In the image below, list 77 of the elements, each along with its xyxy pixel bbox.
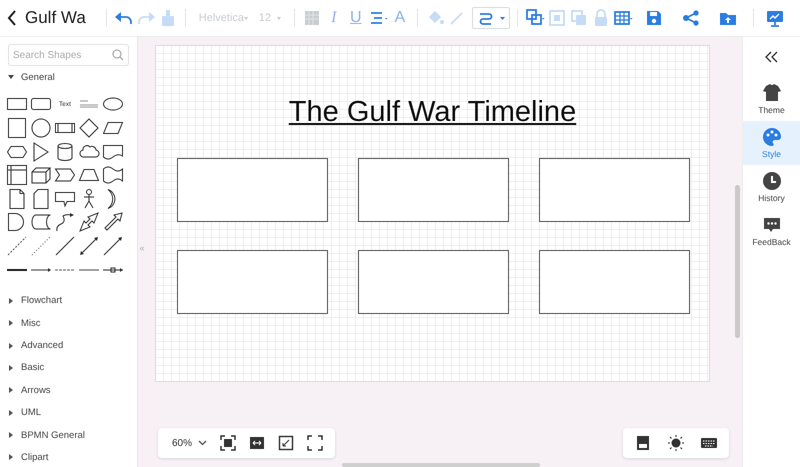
search-icon bbox=[112, 49, 124, 61]
search-field[interactable]: Search Shapes bbox=[8, 44, 129, 66]
category-header[interactable]: Arrows bbox=[8, 379, 129, 402]
collapsed-caret-icon bbox=[8, 454, 14, 460]
category-header[interactable]: Basic bbox=[8, 356, 129, 380]
double-arrow-line-shape-icon[interactable] bbox=[78, 234, 100, 257]
panel-button[interactable] bbox=[635, 435, 651, 451]
panel-icon bbox=[635, 435, 651, 451]
history-icon bbox=[762, 171, 782, 191]
fullscreen-button[interactable] bbox=[307, 435, 324, 451]
vertical-scrollbar[interactable] bbox=[735, 185, 740, 338]
overlap-squares-icon[interactable] bbox=[524, 8, 545, 28]
rectangle-shape[interactable] bbox=[539, 158, 690, 222]
curved-arrow-shape-icon[interactable] bbox=[54, 211, 76, 234]
rectangle-shape[interactable] bbox=[539, 250, 690, 314]
arrow-line-shape-icon[interactable] bbox=[102, 234, 124, 257]
sun-icon bbox=[668, 435, 684, 451]
keyboard-button[interactable] bbox=[701, 435, 717, 451]
collapse-icon[interactable] bbox=[764, 51, 779, 63]
caret-icon bbox=[244, 16, 248, 20]
chevron-down-icon bbox=[198, 440, 208, 446]
collapsed-caret-icon bbox=[8, 364, 14, 371]
document-title[interactable]: Gulf Wa bbox=[25, 8, 86, 28]
theme-icon bbox=[762, 83, 782, 103]
fullscreen-icon bbox=[307, 435, 324, 451]
dotted-line-shape-icon[interactable] bbox=[30, 234, 52, 257]
expand-button[interactable] bbox=[278, 435, 294, 451]
fit-width-button[interactable] bbox=[249, 435, 266, 451]
category-header[interactable]: General bbox=[8, 66, 129, 88]
circle-shape-icon[interactable] bbox=[30, 116, 52, 139]
side-tab[interactable]: Style bbox=[743, 121, 800, 165]
caret-icon bbox=[500, 16, 505, 20]
collapsed-caret-icon bbox=[8, 432, 14, 438]
connector-style-button[interactable] bbox=[472, 7, 510, 29]
category-header[interactable]: Clipart bbox=[8, 446, 129, 467]
sun-button[interactable] bbox=[668, 435, 684, 451]
diamond-shape-icon[interactable] bbox=[78, 116, 100, 139]
monitor-chart-icon[interactable] bbox=[765, 8, 785, 28]
collapsed-caret-icon bbox=[8, 298, 14, 304]
category-header[interactable]: Advanced bbox=[8, 334, 129, 357]
dashed-line-shape-icon[interactable] bbox=[6, 234, 28, 257]
category-header[interactable]: BPMN General bbox=[8, 424, 129, 446]
keyboard-icon bbox=[701, 435, 717, 451]
collapsed-caret-icon bbox=[8, 410, 14, 416]
category-header[interactable]: UML bbox=[8, 402, 129, 424]
rectangle-shape[interactable] bbox=[358, 158, 509, 222]
fit-page-button[interactable] bbox=[220, 435, 236, 451]
style-icon bbox=[762, 127, 782, 147]
rectangle-shape[interactable] bbox=[177, 250, 328, 314]
timeline-title[interactable]: The Gulf War Timeline bbox=[156, 46, 709, 129]
category-header[interactable]: Misc bbox=[8, 312, 129, 334]
back-icon[interactable] bbox=[6, 9, 17, 27]
line-shape-icon[interactable] bbox=[54, 234, 76, 257]
double-arrow-shape-icon[interactable] bbox=[78, 211, 100, 234]
horizontal-scrollbar[interactable] bbox=[342, 463, 540, 467]
square-shape-icon[interactable] bbox=[6, 116, 28, 139]
side-tab[interactable]: FeedBack bbox=[743, 209, 800, 253]
share-icon[interactable] bbox=[681, 8, 701, 28]
save-icon[interactable] bbox=[644, 8, 664, 28]
rectangle-shape[interactable] bbox=[358, 250, 509, 314]
expand-icon bbox=[278, 435, 294, 451]
tape-shape-icon[interactable] bbox=[102, 164, 124, 186]
side-tab[interactable]: Theme bbox=[743, 77, 800, 121]
collapsed-caret-icon bbox=[8, 342, 14, 349]
table-icon[interactable] bbox=[612, 8, 633, 28]
collapsed-caret-icon bbox=[8, 387, 14, 394]
expanded-caret-icon bbox=[8, 74, 14, 80]
zoom-select[interactable]: 60% bbox=[170, 438, 208, 448]
fit-page-icon bbox=[220, 435, 236, 451]
caret-icon bbox=[276, 16, 281, 20]
category-header[interactable]: Flowchart bbox=[8, 290, 129, 312]
rectangle-shape[interactable] bbox=[177, 158, 328, 222]
side-tab[interactable]: History bbox=[743, 165, 800, 209]
block-arrow-shape-icon[interactable] bbox=[102, 211, 124, 234]
collapsed-caret-icon bbox=[8, 320, 14, 326]
internal-storage-shape-icon[interactable] bbox=[6, 164, 28, 186]
fit-width-icon bbox=[249, 435, 266, 451]
